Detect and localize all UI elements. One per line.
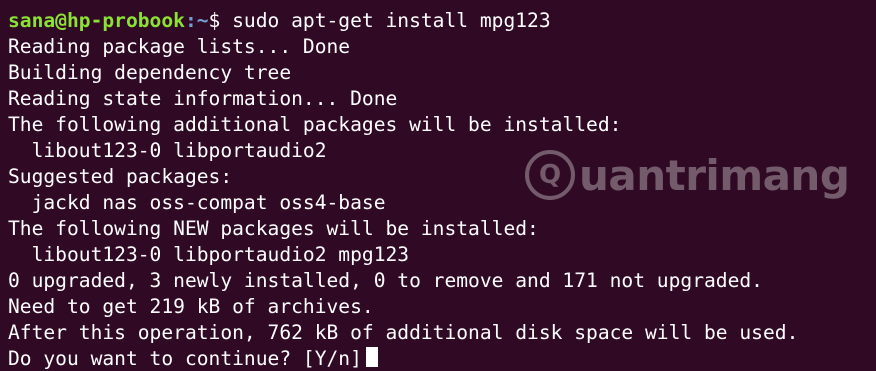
output-line: Reading package lists... Done xyxy=(8,35,351,58)
watermark-logo: Q uantrimang xyxy=(525,150,850,200)
output-line: After this operation, 762 kB of addition… xyxy=(8,321,799,344)
command-text: sudo apt-get install mpg123 xyxy=(220,9,551,32)
terminal-window[interactable]: sana@hp-probook:~$ sudo apt-get install … xyxy=(0,0,876,371)
output-line: The following NEW packages will be insta… xyxy=(8,217,539,240)
output-line: 0 upgraded, 3 newly installed, 0 to remo… xyxy=(8,269,763,292)
watermark-text: uantrimang xyxy=(579,150,850,200)
prompt-user-host: sana@hp-probook xyxy=(8,9,185,32)
confirm-line: Do you want to continue? [Y/n] xyxy=(8,346,876,371)
output-line: libout123-0 libportaudio2 mpg123 xyxy=(8,243,410,266)
command-line: sana@hp-probook:~$ sudo apt-get install … xyxy=(8,8,876,34)
confirm-prompt: Do you want to continue? [Y/n] xyxy=(8,347,362,370)
output-line: Reading state information... Done xyxy=(8,87,398,110)
output-line: Need to get 219 kB of archives. xyxy=(8,295,374,318)
prompt-symbol: $ xyxy=(208,9,221,32)
watermark-badge-icon: Q xyxy=(525,150,575,200)
output-line: The following additional packages will b… xyxy=(8,113,622,136)
output-line: Building dependency tree xyxy=(8,61,292,84)
text-cursor[interactable] xyxy=(365,347,378,367)
prompt-path: :~ xyxy=(184,9,209,32)
